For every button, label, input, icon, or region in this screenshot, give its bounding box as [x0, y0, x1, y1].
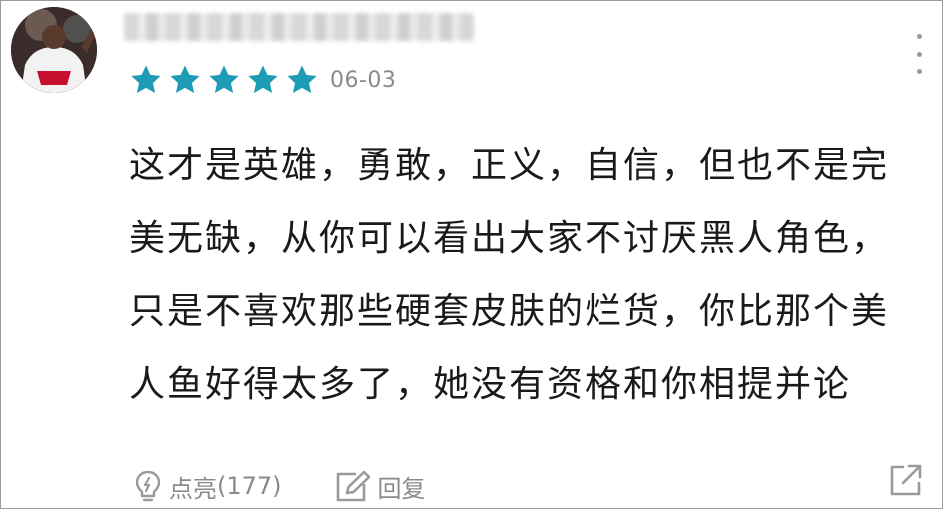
comment-text: 这才是英雄，勇敢，正义，自信，但也不是完 美无缺，从你可以看出大家不讨厌黑人角色… — [129, 129, 919, 421]
reply-label: 回复 — [377, 474, 426, 503]
more-dot — [916, 69, 922, 74]
comment-line: 这才是英雄，勇敢，正义，自信，但也不是完 — [129, 145, 890, 186]
edit-icon — [336, 470, 370, 502]
star-icon — [131, 65, 161, 94]
like-count: (177) — [217, 472, 282, 500]
reply-button[interactable]: 回复 — [334, 469, 426, 504]
username-blurred — [124, 13, 474, 41]
share-external-icon — [890, 464, 922, 496]
lightbulb-icon — [135, 470, 161, 502]
comment-line: 只是不喜欢那些硬套皮肤的烂货，你比那个美 — [129, 291, 890, 332]
avatar-image — [11, 7, 97, 93]
star-rating: 06-03 — [129, 61, 396, 99]
user-avatar[interactable] — [11, 7, 97, 93]
star-icon — [248, 65, 278, 94]
comment-card: 06-03 这才是英雄，勇敢，正义，自信，但也不是完 美无缺，从你可以看出大家不… — [0, 0, 943, 509]
star-icon — [209, 65, 239, 94]
like-label: 点亮 — [169, 474, 217, 503]
comment-actions: 点亮 (177) 回复 — [133, 464, 426, 508]
more-options-button[interactable] — [909, 34, 929, 74]
comment-date: 06-03 — [330, 67, 397, 93]
star-icon — [287, 65, 317, 94]
more-dot — [916, 51, 922, 57]
like-button[interactable]: 点亮 (177) — [133, 469, 282, 504]
comment-line: 人鱼好得太多了，她没有资格和你相提并论 — [129, 364, 852, 405]
more-dot — [916, 34, 922, 39]
comment-line: 美无缺，从你可以看出大家不讨厌黑人角色， — [129, 218, 890, 259]
share-button[interactable] — [889, 463, 923, 497]
star-icon — [170, 65, 200, 94]
